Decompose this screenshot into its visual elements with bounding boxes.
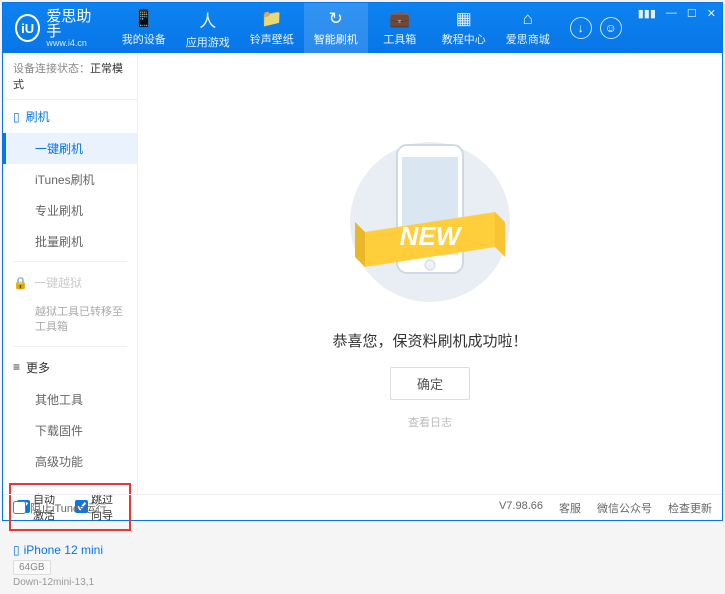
device-icon: 📱 bbox=[133, 9, 154, 29]
nav-smart-flash[interactable]: ↻智能刷机 bbox=[304, 3, 368, 53]
sidebar-item-advanced[interactable]: 高级功能 bbox=[3, 446, 137, 477]
app-logo: iU 爱思助手 www.i4.cn bbox=[3, 9, 112, 48]
sidebar-item-download-firmware[interactable]: 下载固件 bbox=[3, 415, 137, 446]
success-illustration: NEW bbox=[345, 117, 515, 312]
nav-tutorials[interactable]: ▦教程中心 bbox=[432, 3, 496, 53]
wechat-link[interactable]: 微信公众号 bbox=[597, 500, 652, 516]
home-icon: ⌂ bbox=[523, 9, 533, 29]
main-nav: 📱我的设备 人应用游戏 📁铃声壁纸 ↻智能刷机 💼工具箱 ▦教程中心 ⌂爱思商城 bbox=[112, 3, 560, 53]
refresh-icon: ↻ bbox=[329, 9, 343, 29]
sidebar-item-pro-flash[interactable]: 专业刷机 bbox=[3, 195, 137, 226]
sidebar-section-jailbreak: 🔒 一键越狱 bbox=[3, 266, 137, 299]
sidebar: 设备连接状态：正常模式 ▯ 刷机 一键刷机 iTunes刷机 专业刷机 批量刷机… bbox=[3, 53, 138, 494]
view-log-link[interactable]: 查看日志 bbox=[408, 414, 452, 430]
app-name: 爱思助手 bbox=[46, 9, 99, 39]
jailbreak-note: 越狱工具已转移至 工具箱 bbox=[3, 299, 137, 342]
device-name: iPhone 12 mini bbox=[24, 543, 103, 557]
connection-status: 设备连接状态：正常模式 bbox=[3, 53, 137, 100]
svg-text:NEW: NEW bbox=[400, 221, 463, 251]
sidebar-item-itunes-flash[interactable]: iTunes刷机 bbox=[3, 164, 137, 195]
phone-icon: ▯ bbox=[13, 110, 20, 124]
app-url: www.i4.cn bbox=[46, 39, 99, 48]
sidebar-item-other-tools[interactable]: 其他工具 bbox=[3, 384, 137, 415]
nav-shop[interactable]: ⌂爱思商城 bbox=[496, 3, 560, 53]
sidebar-item-oneclick-flash[interactable]: 一键刷机 bbox=[3, 133, 137, 164]
device-info[interactable]: ▯ iPhone 12 mini 64GB Down-12mini-13,1 bbox=[3, 537, 137, 594]
bars-icon[interactable]: ▮▮▮ bbox=[638, 7, 656, 20]
main-content: NEW 恭喜您，保资料刷机成功啦！ 确定 查看日志 bbox=[138, 53, 722, 494]
sidebar-section-flash[interactable]: ▯ 刷机 bbox=[3, 100, 137, 133]
download-button[interactable]: ↓ bbox=[570, 17, 592, 39]
minimize-button[interactable]: — bbox=[666, 7, 677, 19]
success-message: 恭喜您，保资料刷机成功啦！ bbox=[332, 330, 527, 351]
device-model: Down-12mini-13,1 bbox=[13, 577, 127, 588]
close-button[interactable]: ✕ bbox=[707, 7, 716, 20]
maximize-button[interactable]: ☐ bbox=[687, 7, 697, 20]
block-itunes-checkbox[interactable]: 阻止iTunes运行 bbox=[13, 500, 107, 516]
apps-icon: 人 bbox=[199, 7, 216, 32]
toolbox-icon: 💼 bbox=[389, 9, 410, 29]
titlebar: iU 爱思助手 www.i4.cn 📱我的设备 人应用游戏 📁铃声壁纸 ↻智能刷… bbox=[3, 3, 722, 53]
nav-my-device[interactable]: 📱我的设备 bbox=[112, 3, 176, 53]
statusbar: 阻止iTunes运行 V7.98.66 客服 微信公众号 检查更新 bbox=[3, 494, 722, 520]
user-button[interactable]: ☺ bbox=[600, 17, 622, 39]
support-link[interactable]: 客服 bbox=[559, 500, 581, 516]
sidebar-item-batch-flash[interactable]: 批量刷机 bbox=[3, 226, 137, 257]
grid-icon: ▦ bbox=[456, 9, 472, 29]
ok-button[interactable]: 确定 bbox=[390, 367, 470, 400]
nav-toolbox[interactable]: 💼工具箱 bbox=[368, 3, 432, 53]
phone-icon: ▯ bbox=[13, 543, 20, 557]
logo-icon: iU bbox=[15, 14, 40, 42]
menu-icon: ≡ bbox=[13, 360, 20, 374]
sidebar-section-more[interactable]: ≡ 更多 bbox=[3, 351, 137, 384]
nav-apps-games[interactable]: 人应用游戏 bbox=[176, 3, 240, 53]
lock-icon: 🔒 bbox=[13, 276, 28, 290]
device-storage: 64GB bbox=[13, 560, 51, 575]
check-update-link[interactable]: 检查更新 bbox=[668, 500, 712, 516]
folder-icon: 📁 bbox=[261, 9, 282, 29]
nav-ringtones[interactable]: 📁铃声壁纸 bbox=[240, 3, 304, 53]
version-label: V7.98.66 bbox=[499, 500, 543, 516]
